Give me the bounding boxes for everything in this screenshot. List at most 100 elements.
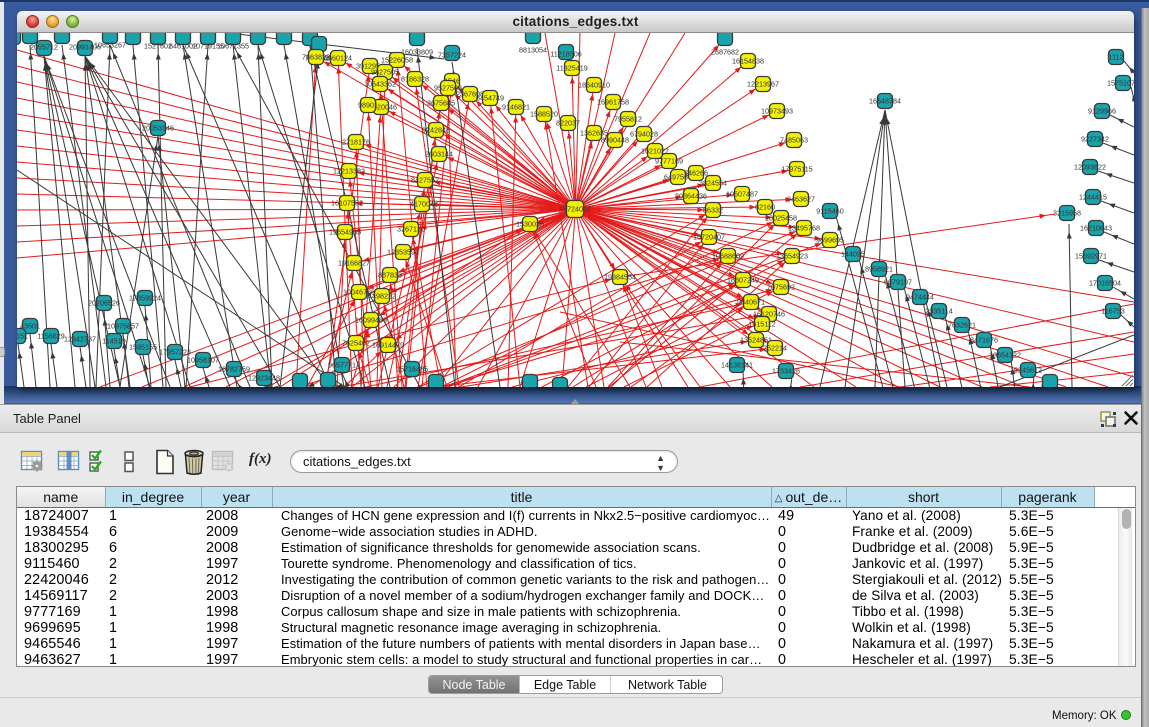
- svg-text:16154838: 16154838: [732, 57, 764, 66]
- svg-text:9463627: 9463627: [787, 195, 815, 204]
- svg-text:9146821: 9146821: [502, 103, 530, 112]
- svg-text:9699695: 9699695: [816, 236, 844, 245]
- svg-text:114519: 114519: [102, 337, 125, 346]
- svg-text:15720407: 15720407: [693, 233, 725, 242]
- svg-text:62160: 62160: [755, 203, 775, 212]
- svg-text:1112: 1112: [1109, 53, 1124, 62]
- svg-text:10543362: 10543362: [364, 80, 396, 89]
- svg-text:1615112: 1615112: [748, 320, 775, 329]
- svg-text:15751074: 15751074: [1107, 79, 1134, 88]
- svg-text:12342737: 12342737: [64, 335, 96, 344]
- svg-text:1733426: 1733426: [772, 367, 800, 376]
- svg-text:8958921: 8958921: [865, 265, 893, 274]
- svg-text:16099489: 16099489: [355, 316, 387, 325]
- svg-text:2935114: 2935114: [925, 307, 952, 316]
- svg-text:15226058: 15226058: [381, 56, 413, 65]
- svg-text:16107552: 16107552: [331, 199, 363, 208]
- svg-text:8471676: 8471676: [970, 336, 998, 345]
- svg-text:7357224: 7357224: [438, 51, 466, 60]
- svg-text:18724007: 18724007: [559, 205, 591, 214]
- svg-text:19654933: 19654933: [329, 228, 361, 237]
- svg-text:17016504: 17016504: [1089, 279, 1121, 288]
- svg-text:9129966: 9129966: [1088, 107, 1116, 116]
- svg-text:10973493: 10973493: [761, 107, 793, 116]
- svg-text:16914479: 16914479: [372, 341, 404, 350]
- svg-text:1530025: 1530025: [516, 220, 544, 229]
- svg-text:1244415: 1244415: [1079, 193, 1107, 202]
- svg-text:20991406: 20991406: [69, 43, 101, 52]
- svg-text:1595155: 1595155: [129, 343, 157, 352]
- svg-text:10025458: 10025458: [765, 214, 797, 223]
- svg-text:7485063: 7485063: [780, 136, 808, 145]
- svg-text:18807249: 18807249: [727, 276, 759, 285]
- svg-text:13654923: 13654923: [776, 252, 808, 261]
- svg-text:6794028: 6794028: [630, 130, 658, 139]
- svg-text:9474444: 9474444: [906, 293, 934, 302]
- svg-text:1527602: 1527602: [144, 42, 172, 51]
- svg-text:10975857: 10975857: [107, 322, 139, 331]
- svg-text:16210643: 16210643: [1080, 224, 1112, 233]
- svg-text:3675685: 3675685: [427, 99, 455, 108]
- svg-text:9840671: 9840671: [737, 298, 765, 307]
- svg-text:12213967: 12213967: [747, 80, 779, 89]
- svg-text:9115460: 9115460: [816, 207, 843, 216]
- svg-text:8454749: 8454749: [476, 94, 504, 103]
- svg-text:8186328: 8186328: [401, 75, 429, 84]
- svg-text:20364436: 20364436: [675, 192, 707, 201]
- svg-text:16648784: 16648784: [869, 97, 901, 106]
- svg-text:11325419: 11325419: [556, 64, 587, 73]
- svg-text:19384554: 19384554: [604, 273, 636, 282]
- svg-text:8813054: 8813054: [519, 46, 547, 55]
- svg-text:7075692: 7075692: [767, 283, 795, 292]
- svg-text:19166827: 19166827: [338, 259, 370, 268]
- svg-text:16782759: 16782759: [218, 365, 250, 374]
- svg-text:746266: 746266: [684, 169, 708, 178]
- svg-text:6679197: 6679197: [884, 278, 912, 287]
- svg-text:2687682: 2687682: [711, 48, 739, 57]
- svg-text:9327505: 9327505: [371, 68, 399, 77]
- svg-text:10958107: 10958107: [187, 356, 219, 365]
- svg-text:98901: 98901: [358, 101, 378, 110]
- svg-text:10688609: 10688609: [712, 252, 744, 261]
- svg-text:15716485: 15716485: [396, 365, 428, 374]
- svg-text:9777169: 9777169: [655, 157, 683, 166]
- svg-text:18640910: 18640910: [578, 81, 610, 90]
- svg-text:20206526: 20206526: [88, 299, 120, 308]
- svg-text:12353594: 12353594: [387, 248, 419, 257]
- svg-text:8990448: 8990448: [601, 136, 629, 145]
- svg-text:14136141: 14136141: [721, 361, 753, 370]
- svg-text:12093822: 12093822: [1074, 163, 1106, 172]
- svg-text:8660124: 8660124: [324, 54, 352, 63]
- svg-text:9227342: 9227342: [1081, 135, 1109, 144]
- svg-text:12213382: 12213382: [333, 167, 365, 176]
- svg-text:16961758: 16961758: [597, 98, 629, 107]
- svg-text:86332: 86332: [703, 206, 723, 215]
- svg-text:9657771: 9657771: [328, 361, 356, 370]
- svg-text:10671355: 10671355: [217, 42, 249, 51]
- svg-text:1588520: 1588520: [530, 110, 558, 119]
- svg-text:15692971: 15692971: [1075, 252, 1107, 261]
- svg-text:7632621: 7632621: [948, 321, 976, 330]
- svg-text:8427552: 8427552: [411, 176, 439, 185]
- svg-text:17359924: 17359924: [129, 294, 161, 303]
- svg-text:417004: 417004: [410, 200, 434, 209]
- svg-text:7625402: 7625402: [342, 339, 370, 348]
- svg-text:144095: 144095: [841, 250, 865, 259]
- svg-text:2603144: 2603144: [425, 150, 453, 159]
- svg-text:4498222: 4498222: [368, 292, 396, 301]
- svg-text:7955812: 7955812: [614, 115, 642, 124]
- svg-text:11218506: 11218506: [550, 50, 581, 59]
- svg-text:2055712: 2055712: [30, 43, 58, 52]
- svg-text:17975115: 17975115: [781, 165, 812, 174]
- svg-text:9245612: 9245612: [1014, 366, 1042, 375]
- svg-text:10654122: 10654122: [989, 351, 1021, 360]
- svg-text:2718176: 2718176: [342, 138, 370, 147]
- svg-text:9242848: 9242848: [422, 126, 450, 135]
- svg-text:252214: 252214: [763, 344, 787, 353]
- svg-text:3824554: 3824554: [699, 179, 727, 188]
- svg-text:12923448: 12923448: [248, 374, 280, 383]
- svg-text:3215958: 3215958: [1053, 209, 1081, 218]
- svg-text:1156829: 1156829: [37, 332, 64, 341]
- svg-text:39151: 39151: [17, 332, 28, 341]
- svg-text:20053346: 20053346: [142, 124, 174, 133]
